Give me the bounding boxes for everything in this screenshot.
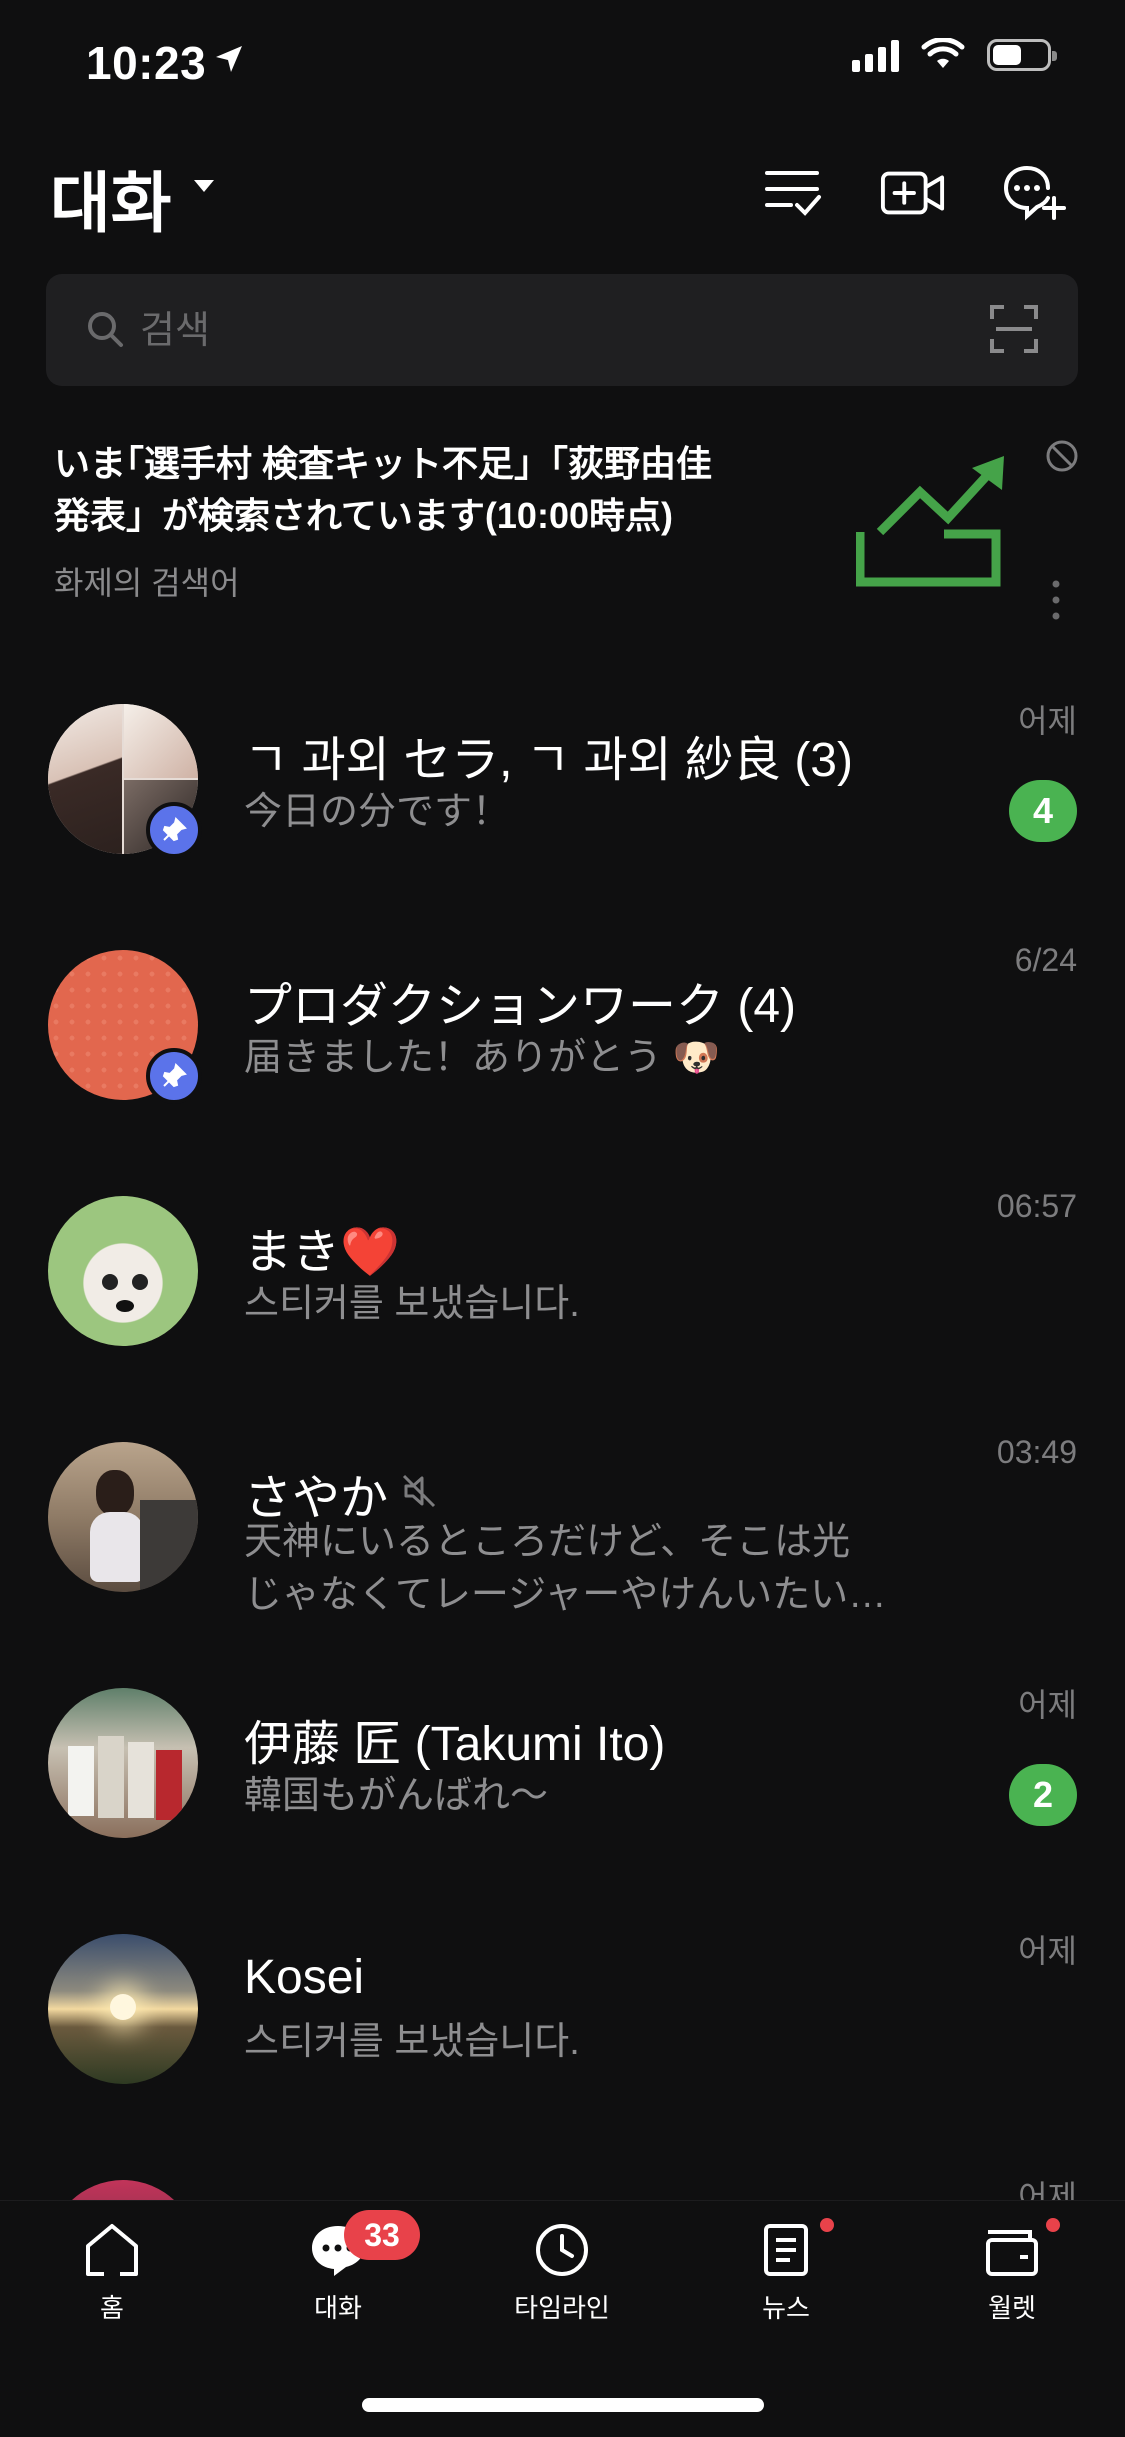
chat-time: 03:49: [996, 1434, 1077, 1470]
clock-icon: [536, 2224, 588, 2276]
avatar: [48, 1688, 198, 1838]
status-indicators: [852, 38, 1057, 72]
chat-list-item[interactable]: さやか 天神にいるところだけど、そこは光 じゃなくてレージャーやけんいたい… 0…: [0, 1394, 1125, 1660]
news-icon: [764, 2224, 808, 2276]
avatar: [48, 1442, 198, 1592]
heart-emoji: ❤️: [340, 1226, 400, 1279]
video-plus-icon: [880, 171, 945, 215]
chat-name: Kosei: [244, 1951, 365, 2004]
wallet-notification-dot: [1046, 2218, 1060, 2232]
tab-wallet-label: 월렛: [988, 2293, 1036, 2323]
chat-list-item[interactable]: 어제: [0, 2132, 1125, 2200]
tab-timeline-label: 타임라인: [514, 2293, 610, 2323]
list-check-icon: [765, 171, 821, 216]
chat-list-item[interactable]: まき❤️ 스티커를 보냈습니다. 06:57: [0, 1148, 1125, 1394]
edit-chats-button[interactable]: [760, 160, 826, 226]
chat-time: 어제: [1018, 2179, 1077, 2200]
chat-name-text: まき: [244, 1226, 341, 1279]
trending-chart-icon: [856, 456, 1004, 587]
tab-chats-label: 대화: [314, 2293, 362, 2323]
video-call-button[interactable]: [880, 160, 946, 226]
trending-line-2: 発表」が検索されています(10:00時点): [54, 495, 673, 537]
chat-preview: 今日の分です！: [244, 791, 511, 833]
battery-icon: [987, 39, 1057, 71]
block-icon[interactable]: [1044, 438, 1080, 474]
cellular-signal-icon: [852, 38, 899, 72]
chat-list-item[interactable]: Kosei 스티커를 보냈습니다. 어제: [0, 1886, 1125, 2132]
chat-time: 어제: [1018, 1933, 1077, 1969]
qr-scan-icon[interactable]: [990, 305, 1038, 353]
tab-home[interactable]: 홈: [32, 2222, 192, 2325]
chat-list-item[interactable]: ㄱ 과외 セラ, ㄱ 과외 紗良 (3) 今日の分です！ 어제 4: [0, 656, 1125, 902]
chat-preview: 届きました！ありがとう 🐶: [244, 1032, 944, 1085]
dog-emoji: 🐶: [672, 1037, 720, 1079]
preview-text: 届きました！ありがとう: [244, 1037, 663, 1079]
tab-timeline[interactable]: 타임라인: [482, 2222, 642, 2325]
search-input[interactable]: [138, 300, 842, 362]
trending-search-text[interactable]: いま｢選手村 検査キット不足」「荻野由佳 発表」が検索されています(10:00時…: [54, 438, 814, 542]
tab-home-label: 홈: [100, 2293, 124, 2323]
chat-preview: 스티커를 보냈습니다.: [244, 1283, 580, 1325]
tab-news[interactable]: 뉴스: [706, 2222, 866, 2325]
more-options-icon[interactable]: [1050, 580, 1062, 620]
pinned-icon: [146, 802, 202, 858]
trending-line-1: いま｢選手村 検査キット不足」「荻野由佳: [54, 443, 713, 484]
avatar: [48, 1196, 198, 1346]
home-indicator: [362, 2398, 764, 2412]
location-arrow-icon: [216, 46, 242, 72]
search-icon: [88, 312, 123, 347]
chat-time: 어제: [1018, 703, 1077, 739]
avatar: [48, 1934, 198, 2084]
chat-name: ㄱ 과외 セラ, ㄱ 과외 紗良 (3): [244, 734, 853, 787]
tab-news-label: 뉴스: [762, 2293, 810, 2323]
chat-preview: 韓国もがんばれ〜: [244, 1775, 549, 1817]
chat-name: プロダクションワーク (4): [244, 980, 797, 1033]
chat-preview: 天神にいるところだけど、そこは光 じゃなくてレージャーやけんいたい…: [244, 1516, 944, 1622]
preview-line-1: 天神にいるところだけど、そこは光: [244, 1521, 851, 1563]
chat-list-item[interactable]: プロダクションワーク (4) 届きました！ありがとう 🐶 6/24: [0, 902, 1125, 1148]
wallet-icon: [986, 2230, 1038, 2276]
chats-unread-badge: 33: [344, 2210, 420, 2260]
caret-down-icon[interactable]: [192, 178, 216, 194]
chat-time: 6/24: [1014, 942, 1077, 978]
muted-icon: [402, 1474, 436, 1508]
chat-name: 伊藤 匠 (Takumi Ito): [244, 1718, 666, 1771]
tab-wallet[interactable]: 월렛: [932, 2222, 1092, 2325]
chat-time: 어제: [1018, 1687, 1077, 1723]
trending-caption: 화제의 검색어: [54, 565, 240, 601]
unread-badge: 2: [1009, 1764, 1077, 1826]
home-icon: [86, 2224, 138, 2277]
page-title[interactable]: 대화: [50, 150, 171, 246]
news-notification-dot: [820, 2218, 834, 2232]
unread-badge: 4: [1009, 780, 1077, 842]
chat-preview: 스티커를 보냈습니다.: [244, 2021, 580, 2063]
chat-list-item[interactable]: 伊藤 匠 (Takumi Ito) 韓国もがんばれ〜 어제 2: [0, 1640, 1125, 1886]
avatar: [48, 2180, 198, 2200]
chat-plus-icon: [1003, 165, 1066, 221]
wifi-icon: [921, 38, 965, 68]
status-time: 10:23: [86, 37, 207, 89]
pinned-icon: [146, 1048, 202, 1104]
new-chat-button[interactable]: [1002, 160, 1068, 226]
chat-time: 06:57: [996, 1188, 1077, 1224]
chat-name: まき❤️: [244, 1212, 400, 1282]
preview-line-2: じゃなくてレージャーやけんいたい…: [244, 1574, 887, 1617]
